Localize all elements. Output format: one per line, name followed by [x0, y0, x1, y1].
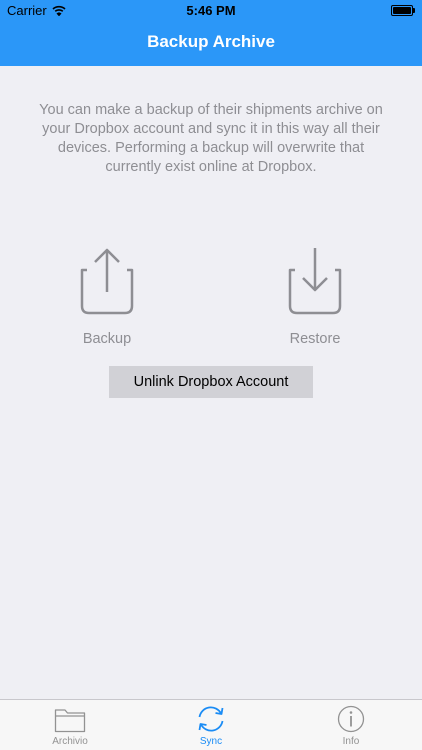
page-title: Backup Archive	[147, 32, 275, 51]
restore-button[interactable]: Restore	[260, 246, 370, 347]
status-bar: Carrier 5:46 PM	[0, 0, 422, 22]
backup-label: Backup	[82, 331, 132, 347]
tab-info-label: Info	[342, 736, 360, 747]
download-icon	[260, 246, 370, 318]
tab-sync[interactable]: Sync	[161, 700, 261, 750]
backup-button[interactable]: Backup	[52, 246, 162, 347]
status-time: 5:46 PM	[186, 3, 236, 18]
tab-archivio[interactable]: Archivio	[20, 700, 120, 750]
info-icon	[301, 705, 401, 733]
description-text: You can make a backup of their shipments…	[39, 102, 383, 175]
folder-icon	[20, 705, 120, 733]
tab-archivio-label: Archivio	[52, 736, 88, 747]
restore-label: Restore	[289, 331, 341, 347]
sync-icon	[161, 705, 261, 733]
upload-icon	[52, 246, 162, 318]
tab-sync-label: Sync	[199, 736, 223, 747]
unlink-dropbox-button[interactable]: Unlink Dropbox Account	[109, 366, 313, 398]
tab-info[interactable]: Info	[301, 700, 401, 750]
battery-icon	[391, 5, 415, 16]
navigation-bar: Carrier 5:46 PM Backup Archive	[0, 0, 422, 66]
tab-bar: Archivio Sync Info	[0, 699, 422, 750]
